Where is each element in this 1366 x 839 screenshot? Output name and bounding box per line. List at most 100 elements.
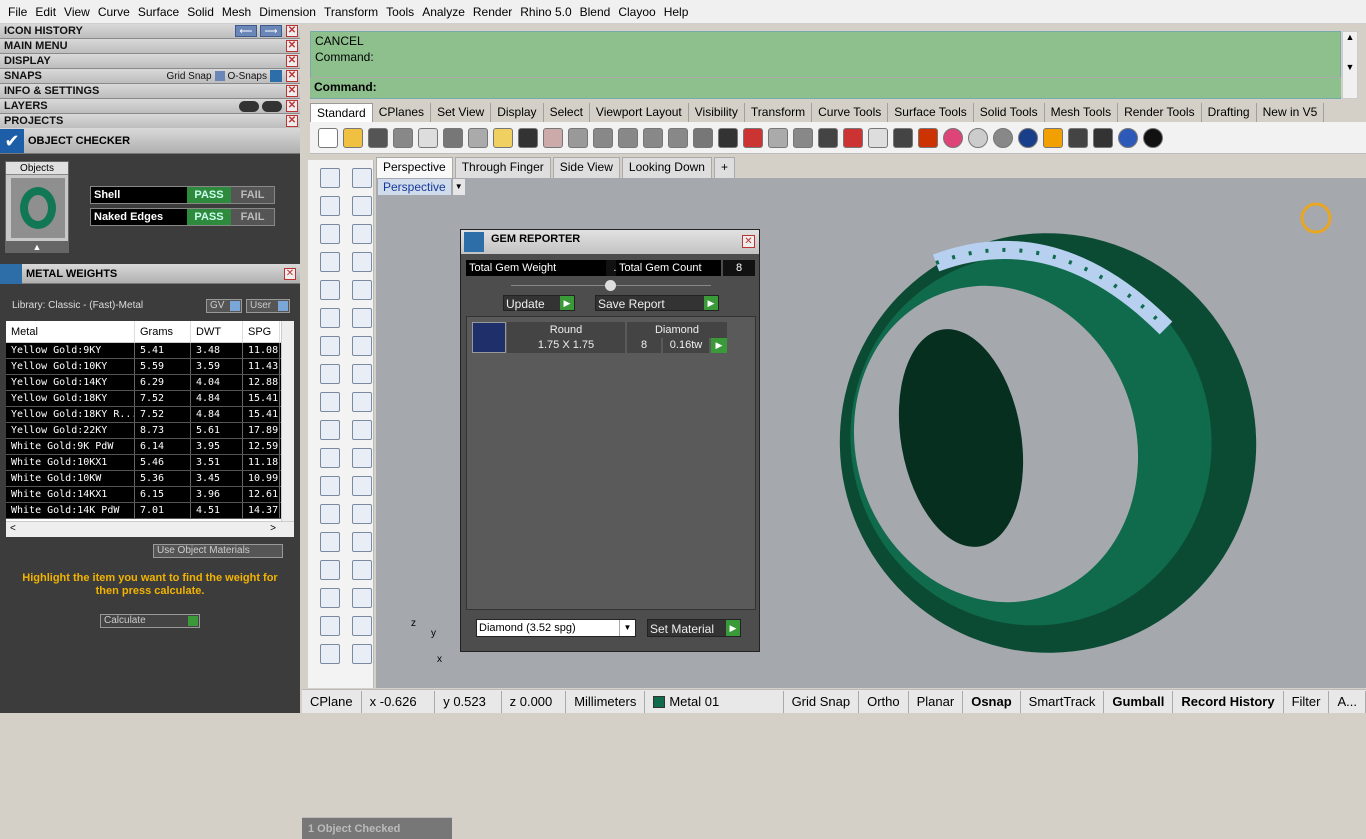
rotate-view-icon[interactable] (693, 127, 713, 148)
boolean-icon[interactable] (320, 448, 340, 468)
panel-row[interactable]: SNAPS Grid Snap O-Snaps ✕ (0, 69, 300, 84)
select-icon[interactable] (793, 127, 813, 148)
viewport-tab[interactable]: + (713, 157, 735, 178)
command-input[interactable]: Command: (310, 77, 1341, 97)
close-icon[interactable]: ✕ (286, 85, 298, 97)
layer-icon[interactable] (843, 127, 863, 148)
menu-item[interactable]: View (60, 5, 94, 19)
paste-icon[interactable] (493, 127, 513, 148)
four-viewports-icon[interactable] (718, 127, 738, 148)
metal-table[interactable]: Metal Grams DWT SPG Yellow Gold:9KY 5.41 3… (6, 321, 294, 537)
menu-item[interactable]: Blend (576, 5, 615, 19)
viewport-tab[interactable]: Looking Down (621, 157, 712, 178)
split-icon[interactable] (352, 420, 372, 440)
update-button[interactable]: Update ▶ (503, 295, 575, 311)
lock-icon[interactable] (818, 127, 838, 148)
black-sphere-icon[interactable] (1143, 127, 1163, 148)
arc-icon[interactable] (320, 224, 340, 244)
paint-icon[interactable] (352, 644, 372, 664)
cut-icon[interactable] (443, 127, 463, 148)
extrude-icon[interactable] (352, 308, 372, 328)
circle-icon[interactable] (352, 224, 372, 244)
menu-item[interactable]: Solid (183, 5, 218, 19)
user-toggle[interactable]: User (246, 299, 290, 313)
toolbar-tab[interactable]: Standard (310, 103, 373, 122)
status-toggle[interactable]: Osnap (963, 690, 1021, 713)
explode-icon[interactable] (352, 392, 372, 412)
menu-item[interactable]: Tools (382, 5, 418, 19)
back-arrow-icon[interactable]: ⟵ (235, 25, 257, 37)
panel-row[interactable]: DISPLAY ✕ (0, 54, 300, 69)
menu-item[interactable]: Rhino 5.0 (516, 5, 575, 19)
status-toggle[interactable]: Grid Snap (784, 690, 860, 713)
gem-icon[interactable] (320, 644, 340, 664)
trim-icon[interactable] (320, 420, 340, 440)
table-row[interactable]: Yellow Gold:18KY 7.52 4.84 15.41 (6, 391, 294, 407)
toolbar-tab[interactable]: Set View (431, 103, 492, 122)
units-indicator[interactable]: Millimeters (566, 690, 646, 713)
ellipse-icon[interactable] (320, 252, 340, 272)
car-icon[interactable] (743, 127, 763, 148)
menu-item[interactable]: Mesh (218, 5, 255, 19)
set-material-button[interactable]: Set Material ▶ (647, 619, 741, 637)
objects-box[interactable]: Objects ▲ (5, 161, 69, 253)
text-icon[interactable] (320, 504, 340, 524)
close-icon[interactable]: ✕ (286, 70, 298, 82)
gem-list[interactable]: Round Diamond 1.75 X 1.75 8 0.16tw ▶ (466, 316, 756, 610)
menu-item[interactable]: Analyze (418, 5, 469, 19)
close-icon[interactable]: ✕ (742, 235, 755, 248)
polygon-icon[interactable] (320, 280, 340, 300)
ungroup-icon[interactable] (352, 532, 372, 552)
circle-icon[interactable] (1093, 127, 1113, 148)
toolbar-tab[interactable]: Mesh Tools (1045, 103, 1119, 122)
viewport-tab[interactable]: Through Finger (454, 157, 551, 178)
menu-item[interactable]: Dimension (255, 5, 320, 19)
expand-triangle-icon[interactable]: ▲ (6, 241, 68, 253)
box-icon[interactable] (320, 336, 340, 356)
toolbar-tab[interactable]: Drafting (1202, 103, 1257, 122)
dimension-icon[interactable] (352, 560, 372, 580)
fillet-icon[interactable] (352, 280, 372, 300)
render-sphere-icon[interactable] (1018, 127, 1038, 148)
rebuild-icon[interactable] (320, 476, 340, 496)
zoom-icon[interactable] (593, 127, 613, 148)
toolbar-tab[interactable]: Curve Tools (812, 103, 889, 122)
use-object-materials-toggle[interactable]: Use Object Materials (153, 544, 283, 558)
status-toggle[interactable]: A... (1329, 690, 1366, 713)
polyline-icon[interactable] (320, 196, 340, 216)
horizontal-scrollbar[interactable]: < > (6, 521, 294, 537)
curve-icon[interactable] (352, 196, 372, 216)
chevron-down-icon[interactable]: ▼ (619, 620, 635, 636)
save-report-button[interactable]: Save Report ▶ (595, 295, 719, 311)
toolbar-tab[interactable]: CPlanes (373, 103, 432, 122)
menu-item[interactable]: Edit (31, 5, 60, 19)
cage-icon[interactable] (320, 616, 340, 636)
check-icon[interactable] (352, 616, 372, 636)
zoom-extents-icon[interactable] (643, 127, 663, 148)
vertical-scrollbar[interactable] (281, 321, 294, 521)
viewport-tab[interactable]: Side View (552, 157, 620, 178)
pan-hand-icon[interactable] (543, 127, 563, 148)
table-row[interactable]: Yellow Gold:22KY 8.73 5.61 17.89 (6, 423, 294, 439)
close-icon[interactable]: ✕ (286, 115, 298, 127)
undo-icon[interactable] (518, 127, 538, 148)
material-icon[interactable] (918, 127, 938, 148)
table-row[interactable]: Yellow Gold:9KY 5.41 3.48 11.08 (6, 343, 294, 359)
cplane-indicator[interactable]: CPlane (302, 690, 362, 713)
open-folder-icon[interactable] (343, 127, 363, 148)
panel-row[interactable]: ICON HISTORY ⟵ ⟶ ✕ (0, 24, 300, 39)
table-row[interactable]: White Gold:14K PdW 7.01 4.51 14.37 (6, 503, 294, 519)
command-scrollbar[interactable]: ▲ ▼ (1342, 31, 1358, 99)
stack-icon[interactable] (352, 588, 372, 608)
save-icon[interactable] (368, 127, 388, 148)
eye-icon[interactable] (262, 100, 282, 112)
menu-item[interactable]: Clayoo (614, 5, 659, 19)
copy-icon[interactable] (468, 127, 488, 148)
toolbar-tab[interactable]: Display (491, 103, 544, 122)
menu-item[interactable]: Surface (134, 5, 183, 19)
menu-item[interactable]: Render (469, 5, 516, 19)
column-header[interactable]: SPG (243, 321, 280, 342)
gear-icon[interactable] (320, 392, 340, 412)
array-icon[interactable] (352, 504, 372, 524)
help-icon[interactable] (1118, 127, 1138, 148)
